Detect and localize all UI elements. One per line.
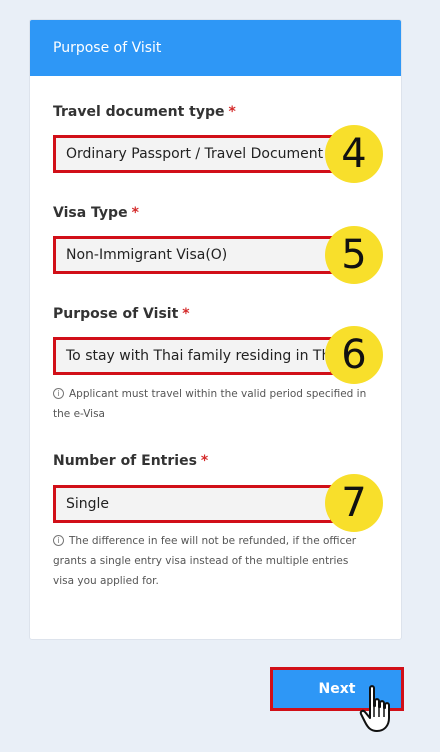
visa-type-select[interactable]: Non-Immigrant Visa(O) <box>53 236 333 274</box>
entries-label-text: Number of Entries <box>53 453 197 469</box>
purpose-hint-line2: the e-Visa <box>53 408 105 420</box>
info-icon: i <box>53 388 64 399</box>
entries-hint-line2: grants a single entry visa instead of th… <box>53 555 349 567</box>
entries-hint: i The difference in fee will not be refun… <box>53 531 373 591</box>
visa-type-label: Visa Type * <box>53 205 139 221</box>
entries-label: Number of Entries * <box>53 453 208 469</box>
step-badge-7: 7 <box>325 474 383 532</box>
purpose-select[interactable]: To stay with Thai family residing in Tha… <box>53 337 333 375</box>
purpose-label: Purpose of Visit * <box>53 306 190 322</box>
visa-type-label-text: Visa Type <box>53 205 128 221</box>
card-title: Purpose of Visit <box>30 20 401 76</box>
step-badge-6: 6 <box>325 326 383 384</box>
required-marker: * <box>200 453 209 469</box>
required-marker: * <box>131 205 139 221</box>
info-icon: i <box>53 535 64 546</box>
entries-hint-line1: The difference in fee will not be refund… <box>69 535 357 547</box>
step-badge-4: 4 <box>325 125 383 183</box>
entries-hint-line3: visa you applied for. <box>53 575 159 587</box>
required-marker: * <box>228 104 236 120</box>
entries-select[interactable]: Single <box>53 485 333 523</box>
required-marker: * <box>182 306 190 322</box>
purpose-hint: i Applicant must travel within the valid … <box>53 384 373 424</box>
purpose-label-text: Purpose of Visit <box>53 306 179 322</box>
purpose-hint-line1: Applicant must travel within the valid p… <box>69 388 367 400</box>
step-badge-5: 5 <box>325 226 383 284</box>
hand-pointer-icon <box>359 685 390 732</box>
travel-document-select[interactable]: Ordinary Passport / Travel Document <box>53 135 333 173</box>
travel-document-label: Travel document type * <box>53 104 236 120</box>
travel-document-label-text: Travel document type <box>53 104 225 120</box>
